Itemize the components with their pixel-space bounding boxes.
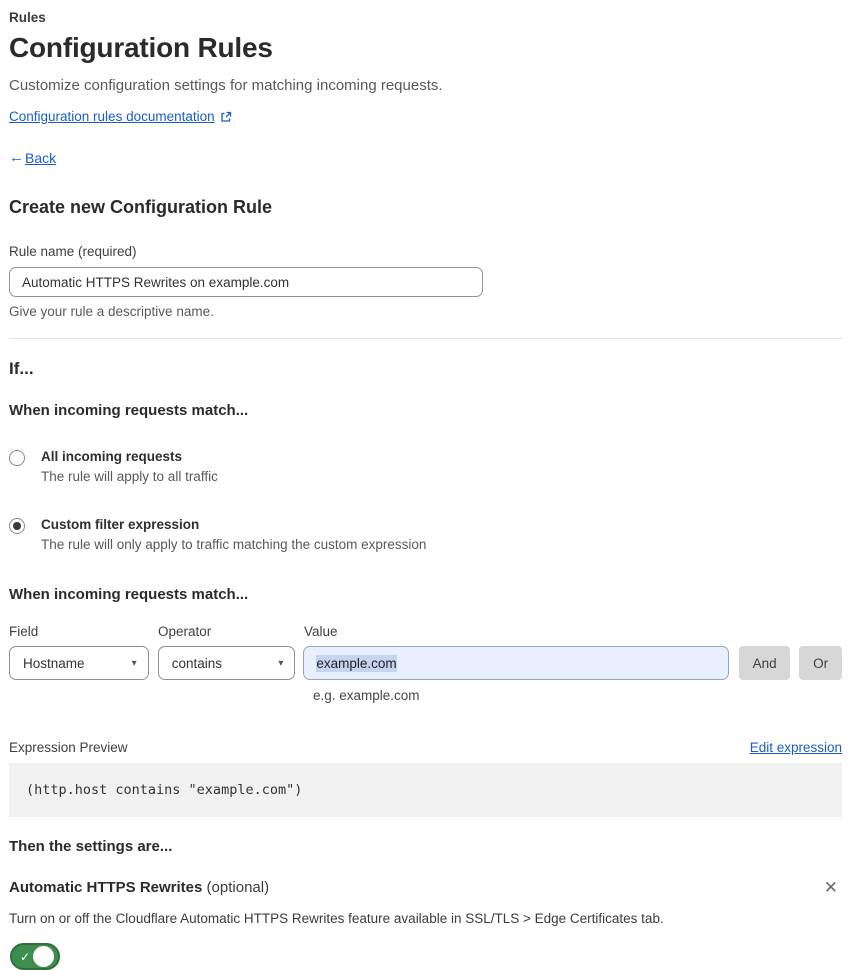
setting-name: Automatic HTTPS Rewrites [9,879,203,896]
value-label: Value [304,624,338,639]
configuration-rules-page: Rules Configuration Rules Customize conf… [0,0,852,970]
and-button[interactable]: And [739,646,791,680]
back-arrow-icon: ← [9,149,24,166]
builder-controls-row: Hostname ▾ contains ▾ example.com And Or [9,646,842,680]
radio-all-requests[interactable] [9,450,25,466]
chevron-down-icon: ▾ [278,657,284,669]
radio-all-requests-label: All incoming requests [41,449,183,464]
documentation-link-row: Configuration rules documentation [9,109,842,124]
setting-optional-label: (optional) [206,879,270,896]
external-link-icon [220,111,232,123]
or-button[interactable]: Or [799,646,842,680]
chevron-down-icon: ▾ [131,657,137,669]
rule-name-helper: Give your rule a descriptive name. [9,304,214,319]
operator-select-value: contains [171,655,222,671]
radio-custom-filter-description: The rule will only apply to traffic matc… [41,537,427,552]
back-link-row: ← Back [9,149,842,166]
documentation-link[interactable]: Configuration rules documentation [9,109,215,124]
radio-option-custom-filter[interactable]: Custom filter expression The rule will o… [9,517,842,552]
value-helper: e.g. example.com [313,688,420,703]
rule-name-input[interactable] [9,267,483,297]
toggle-knob [33,946,54,967]
breadcrumb: Rules [9,10,46,25]
operator-select[interactable]: contains ▾ [157,646,296,680]
expression-preview-label: Expression Preview [9,740,128,755]
then-settings-heading: Then the settings are... [9,838,173,855]
check-icon: ✓ [20,949,31,964]
if-heading: If... [9,359,34,378]
field-label: Field [9,624,39,639]
edit-expression-link[interactable]: Edit expression [750,740,842,755]
field-select[interactable]: Hostname ▾ [9,646,149,680]
radio-all-requests-description: The rule will apply to all traffic [41,469,218,484]
setting-description: Turn on or off the Cloudflare Automatic … [9,911,664,926]
expression-code-block: (http.host contains "example.com") [9,763,842,817]
radio-option-all-requests[interactable]: All incoming requests The rule will appl… [9,449,842,484]
value-input[interactable]: example.com [303,646,730,680]
page-title: Configuration Rules [9,32,273,63]
field-select-value: Hostname [23,655,85,671]
expression-preview-row: Expression Preview Edit expression [9,740,842,755]
close-icon[interactable]: ✕ [820,877,842,898]
section-divider [9,338,842,339]
setting-toggle[interactable]: ✓ [10,943,60,970]
rule-name-label: Rule name (required) [9,244,137,259]
value-input-text: example.com [316,654,397,672]
back-link[interactable]: Back [25,150,56,166]
setting-header-row: Automatic HTTPS Rewrites (optional) ✕ [9,877,842,898]
radio-custom-filter-label: Custom filter expression [41,517,200,532]
create-rule-title: Create new Configuration Rule [9,197,273,217]
builder-heading: When incoming requests match... [9,586,249,603]
builder-labels-row: Field Operator Value [9,624,842,639]
radio-custom-filter[interactable] [9,518,25,534]
page-subtitle: Customize configuration settings for mat… [9,77,443,94]
match-heading: When incoming requests match... [9,402,249,419]
operator-label: Operator [158,624,212,639]
